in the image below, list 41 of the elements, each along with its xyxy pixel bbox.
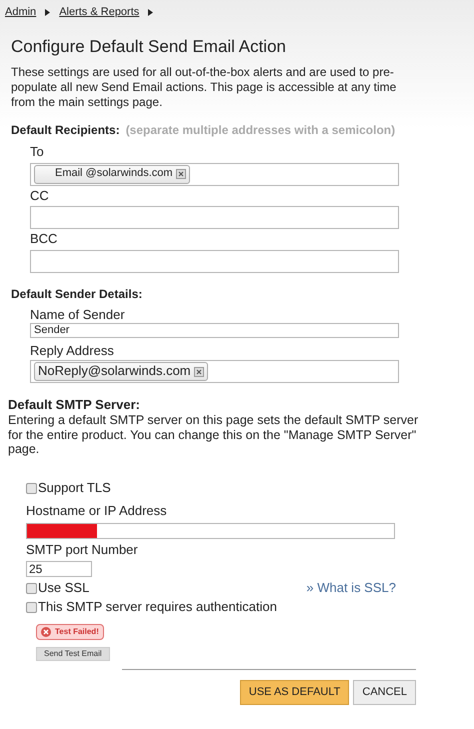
field-label: BCC <box>30 231 58 247</box>
checkbox[interactable] <box>26 483 37 494</box>
token-field[interactable]: NoReply@solarwinds.com <box>30 360 399 384</box>
breadcrumb-link[interactable]: Alerts & Reports <box>59 6 140 20</box>
checkbox-label: This SMTP server requires authentication <box>38 599 277 616</box>
field-label: Reply Address <box>30 342 115 358</box>
field-label: To <box>30 144 45 160</box>
section-heading: Default Sender Details: <box>11 286 144 302</box>
page-title: Configure Default Send Email Action <box>11 36 287 58</box>
breadcrumb-link[interactable]: Admin <box>5 6 36 20</box>
section-heading: Default Recipients: <box>11 123 120 138</box>
send-test-button[interactable]: Send Test Email <box>36 647 110 662</box>
arrow-icon <box>148 9 154 16</box>
description-text: Entering a default SMTP server on this page sets the default SMTP server for the entire product. You can change this on the "Manage SMTP Server" page. <box>8 413 420 456</box>
token-field[interactable]: Email @solarwinds.com <box>30 162 399 186</box>
use-default-button[interactable]: USE AS DEFAULT <box>240 680 350 705</box>
field-label: Hostname or IP Address <box>26 502 168 518</box>
hint-text: (separate multiple addresses with a semicolon) <box>126 123 396 138</box>
checkbox-label: Use SSL <box>38 580 90 596</box>
input-field[interactable]: 25 <box>26 560 92 577</box>
input-field[interactable] <box>30 206 399 230</box>
token-text: Email @solarwinds.com <box>55 167 173 182</box>
token-text: NoReply@solarwinds.com <box>38 363 191 380</box>
remove-icon[interactable] <box>194 366 204 377</box>
checkbox[interactable] <box>26 602 37 613</box>
input-field[interactable] <box>26 523 395 540</box>
checkbox[interactable] <box>26 582 37 594</box>
remove-icon[interactable] <box>176 169 186 180</box>
status-text: Test Failed! <box>55 627 99 638</box>
section-heading: Default SMTP Server: <box>8 397 141 414</box>
input-field[interactable]: Sender <box>30 322 399 338</box>
field-label: Name of Sender <box>30 306 126 323</box>
help-link[interactable]: » What is SSL? <box>306 580 396 596</box>
cancel-button[interactable]: CANCEL <box>353 680 416 705</box>
error-icon <box>41 627 51 638</box>
description-text: These settings are used for all out-of-the-box alerts and are used to pre-populate all new Send Email actions. This page is accessible at any time from the main settings page. <box>11 65 398 110</box>
checkbox-label: Support TLS <box>38 480 111 497</box>
input-field[interactable] <box>30 250 399 273</box>
field-label: SMTP port Number <box>26 542 139 558</box>
arrow-icon <box>45 9 50 16</box>
field-label: CC <box>30 188 50 204</box>
